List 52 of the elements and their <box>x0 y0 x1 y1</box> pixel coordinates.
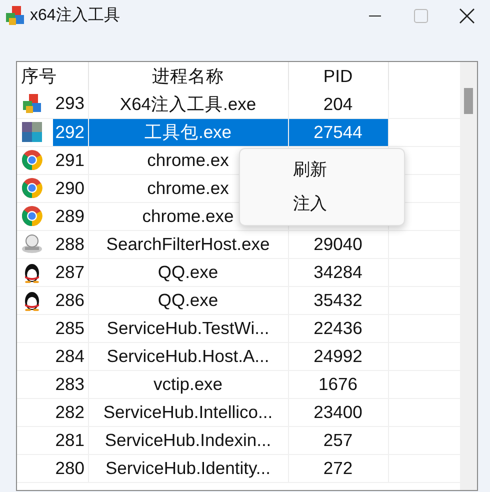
row-number: 291 <box>54 148 86 172</box>
pid-cell[interactable]: 22436 <box>288 314 388 342</box>
scrollbar[interactable] <box>460 62 477 490</box>
pid-cell[interactable]: 257 <box>288 426 388 454</box>
row-number: 281 <box>54 428 86 452</box>
chrome-icon <box>21 149 43 171</box>
pid-cell[interactable]: 23400 <box>288 398 388 426</box>
blocks-icon <box>21 92 43 115</box>
process-name[interactable]: ServiceHub.Host.A... <box>88 342 288 370</box>
scrollbar-thumb[interactable] <box>464 88 473 114</box>
process-name[interactable]: ServiceHub.Identity... <box>88 454 288 482</box>
row-number: 288 <box>54 232 86 256</box>
tiles-icon <box>21 121 43 143</box>
process-name[interactable]: SearchFilterHost.exe <box>88 230 288 258</box>
process-name[interactable]: ServiceHub.TestWi... <box>88 314 288 342</box>
pid-cell[interactable]: 34284 <box>288 258 388 286</box>
row-number: 287 <box>54 260 86 284</box>
row-number: 280 <box>54 456 86 480</box>
process-name[interactable]: vctip.exe <box>88 370 288 398</box>
close-icon <box>459 8 475 24</box>
minimize-icon <box>369 15 381 17</box>
process-name[interactable]: QQ.exe <box>88 258 288 286</box>
process-name[interactable]: QQ.exe <box>88 286 288 314</box>
row-number: 285 <box>54 316 86 340</box>
magnifier-icon <box>21 233 43 255</box>
pid-cell[interactable]: 24992 <box>288 342 388 370</box>
pid-cell[interactable]: 35432 <box>288 286 388 314</box>
row-number: 292 <box>53 118 87 145</box>
pid-cell[interactable]: 1676 <box>288 370 388 398</box>
row-number: 293 <box>54 92 86 116</box>
process-name[interactable]: ServiceHub.Indexin... <box>88 426 288 454</box>
process-name[interactable]: ServiceHub.Intellico... <box>88 398 288 426</box>
pid-cell[interactable]: 204 <box>288 90 388 118</box>
maximize-icon <box>414 9 428 23</box>
column-header[interactable]: 进程名称 <box>88 62 288 90</box>
pid-cell[interactable]: 272 <box>288 454 388 482</box>
column-header[interactable]: 序号 <box>17 62 88 90</box>
app-icon <box>4 5 26 27</box>
window-title: x64注入工具 <box>30 6 121 26</box>
process-name[interactable]: 工具包.exe <box>88 118 288 146</box>
row-number: 282 <box>54 400 86 424</box>
row-number: 290 <box>54 176 86 200</box>
process-name[interactable]: X64注入工具.exe <box>88 90 288 118</box>
row-number: 286 <box>54 288 86 312</box>
row-number: 284 <box>54 344 86 368</box>
pid-cell[interactable]: 27544 <box>288 118 388 146</box>
row-number: 289 <box>54 204 86 228</box>
chrome-icon <box>21 177 43 199</box>
chrome-icon <box>21 205 43 227</box>
column-header[interactable]: PID <box>288 62 388 90</box>
row-number: 283 <box>54 372 86 396</box>
pid-cell[interactable]: 29040 <box>288 230 388 258</box>
